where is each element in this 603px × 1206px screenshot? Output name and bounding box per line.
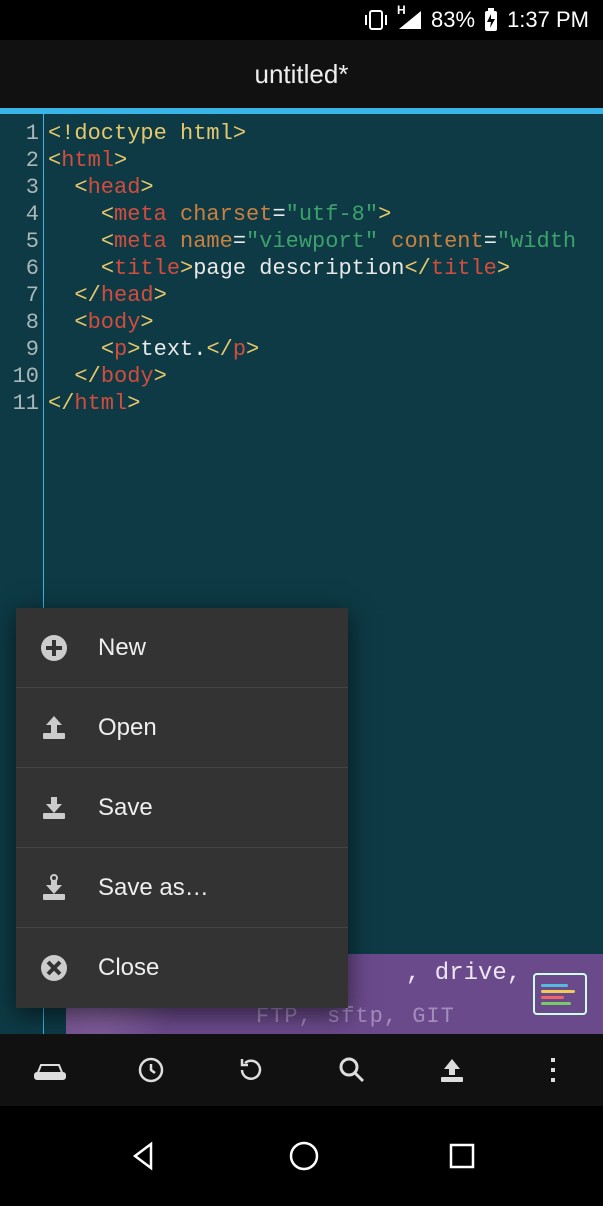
- monitor-code-icon: [533, 973, 587, 1015]
- save-as-icon: [38, 872, 70, 904]
- upload-icon[interactable]: [428, 1046, 476, 1094]
- menu-item-label: Close: [98, 954, 159, 982]
- banner-text-1: , drive,: [406, 960, 521, 987]
- android-nav-bar: [0, 1106, 603, 1206]
- menu-item-open[interactable]: Open: [16, 688, 348, 768]
- menu-item-close[interactable]: Close: [16, 928, 348, 1008]
- network-type: H: [397, 3, 406, 17]
- open-icon: [38, 712, 70, 744]
- title-bar: untitled*: [0, 40, 603, 108]
- refresh-icon[interactable]: [227, 1046, 275, 1094]
- more-icon[interactable]: [529, 1046, 577, 1094]
- search-icon[interactable]: [328, 1046, 376, 1094]
- menu-item-label: Save as…: [98, 874, 209, 902]
- history-icon[interactable]: [127, 1046, 175, 1094]
- vibrate-icon: [363, 9, 389, 31]
- back-button[interactable]: [125, 1138, 161, 1174]
- app-toolbar: [0, 1034, 603, 1106]
- menu-item-new[interactable]: New: [16, 608, 348, 688]
- signal-icon: H: [397, 9, 423, 31]
- document-title: untitled*: [255, 59, 349, 90]
- battery-percent: 83%: [431, 7, 475, 33]
- disk-icon[interactable]: [26, 1046, 74, 1094]
- menu-item-label: Open: [98, 714, 157, 742]
- menu-item-label: Save: [98, 794, 153, 822]
- menu-item-label: New: [98, 634, 146, 662]
- clock: 1:37 PM: [507, 7, 589, 33]
- status-bar: H 83% 1:37 PM: [0, 0, 603, 40]
- plus-circle-icon: [38, 632, 70, 664]
- close-circle-icon: [38, 952, 70, 984]
- menu-item-save[interactable]: Save: [16, 768, 348, 848]
- menu-item-save-as-[interactable]: Save as…: [16, 848, 348, 928]
- battery-icon: [483, 8, 499, 32]
- save-icon: [38, 792, 70, 824]
- home-button[interactable]: [286, 1138, 322, 1174]
- recent-button[interactable]: [446, 1140, 478, 1172]
- file-menu: New Open Save Save as… Close: [16, 608, 348, 1008]
